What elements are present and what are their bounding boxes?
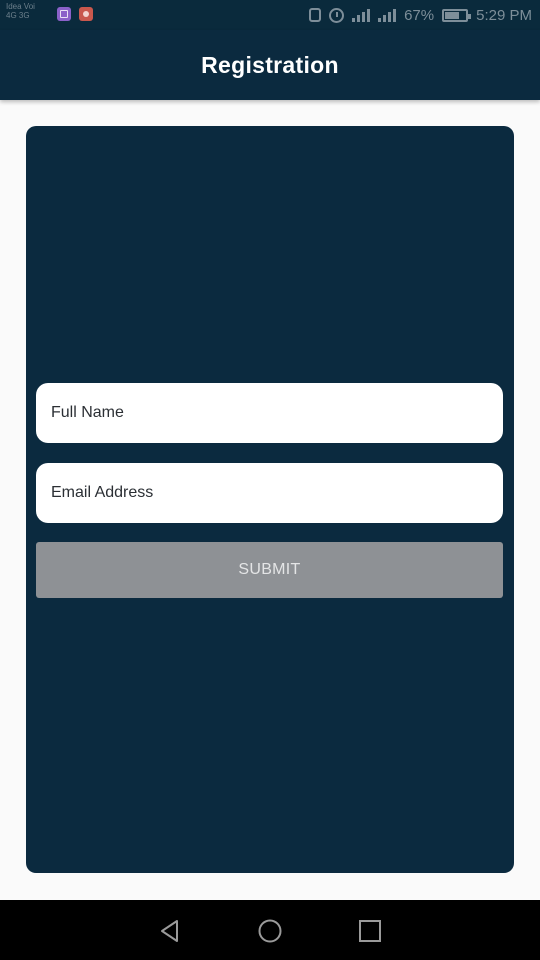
page-title: Registration (201, 51, 339, 78)
back-icon[interactable] (157, 918, 183, 944)
carrier-line-2: 4G 3G (6, 11, 30, 20)
app-notification-icon (57, 7, 71, 21)
vibrate-icon (309, 8, 322, 22)
battery-icon (442, 8, 472, 22)
battery-percent: 67% (404, 6, 435, 24)
full-name-field[interactable] (36, 383, 503, 443)
clock: 5:29 PM (476, 6, 532, 24)
navigation-bar (0, 900, 540, 960)
recent-apps-icon[interactable] (357, 918, 383, 944)
registration-card: SUBMIT (26, 126, 514, 873)
screen-recorder-icon (79, 7, 93, 21)
status-indicators: 67% 5:29 PM (309, 5, 532, 25)
home-icon[interactable] (257, 918, 283, 944)
carrier-line-1: Idea Voi (6, 2, 35, 11)
app-bar: Registration (0, 30, 540, 100)
signal-icon (352, 8, 371, 22)
carrier-text: Idea Voi 4G 3G (6, 2, 50, 20)
status-bar: Idea Voi 4G 3G 67% 5:29 PM (0, 0, 540, 30)
signal-icon (378, 8, 397, 22)
alarm-icon (329, 7, 345, 23)
email-field[interactable] (36, 463, 503, 523)
submit-button[interactable]: SUBMIT (36, 542, 503, 598)
